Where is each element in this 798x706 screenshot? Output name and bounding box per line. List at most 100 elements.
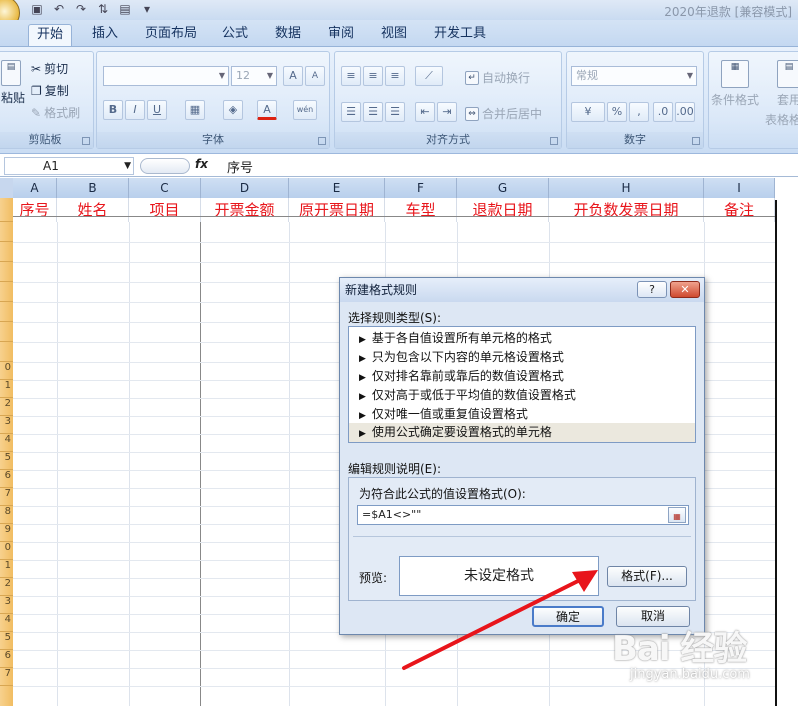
increase-indent-icon[interactable]: ⇥	[437, 102, 457, 122]
row-header[interactable]: 1	[0, 380, 13, 398]
help-button[interactable]: ?	[637, 281, 667, 298]
row-header[interactable]: 4	[0, 614, 13, 632]
undo-icon[interactable]: ↶	[52, 2, 66, 16]
row-header[interactable]	[0, 222, 13, 242]
align-middle-icon[interactable]: ≡	[363, 66, 383, 86]
fill-color-icon[interactable]: ◈	[223, 100, 243, 120]
tab-data[interactable]: 数据	[273, 24, 303, 46]
insert-function-button[interactable]: fx	[195, 157, 208, 171]
select-all-corner[interactable]	[0, 178, 13, 198]
row-header[interactable]: 6	[0, 470, 13, 488]
row-header[interactable]	[0, 322, 13, 342]
cell-a1[interactable]: 序号	[13, 198, 57, 222]
column-header-d[interactable]: D	[201, 178, 289, 198]
align-left-icon[interactable]: ☰	[341, 102, 361, 122]
save-icon[interactable]: ▣	[30, 2, 44, 16]
column-header-h[interactable]: H	[549, 178, 704, 198]
row-header[interactable]	[0, 342, 13, 362]
cell-g1[interactable]: 退款日期	[457, 198, 549, 222]
cell-i1[interactable]: 备注	[704, 198, 775, 222]
row-header[interactable]: 0	[0, 362, 13, 380]
align-bottom-icon[interactable]: ≡	[385, 66, 405, 86]
cell-h1[interactable]: 开负数发票日期	[549, 198, 704, 222]
column-header-a[interactable]: A	[13, 178, 57, 198]
row-header[interactable]: 3	[0, 416, 13, 434]
rule-type-item[interactable]: ▶ 仅对排名靠前或靠后的数值设置格式	[349, 367, 695, 386]
font-color-button[interactable]: A	[257, 100, 277, 120]
format-painter-button[interactable]: ✎ 格式刷	[31, 104, 80, 121]
cell-d1[interactable]: 开票金额	[201, 198, 289, 222]
row-header[interactable]: 7	[0, 668, 13, 686]
increase-decimal-icon[interactable]: .0	[653, 102, 673, 122]
name-box[interactable]: A1 ▼	[4, 157, 134, 175]
row-header[interactable]: 0	[0, 542, 13, 560]
row-header[interactable]: 4	[0, 434, 13, 452]
customize-icon[interactable]: ▾	[140, 2, 154, 16]
rule-type-list[interactable]: ▶ 基于各自值设置所有单元格的格式 ▶ 只为包含以下内容的单元格设置格式 ▶ 仅对排名…	[348, 326, 696, 443]
row-header[interactable]: 9	[0, 524, 13, 542]
underline-button[interactable]: U	[147, 100, 167, 120]
conditional-format-button[interactable]: ▦ 条件格式	[711, 60, 759, 108]
row-header[interactable]	[0, 282, 13, 302]
rule-type-item-selected[interactable]: ▶ 使用公式确定要设置格式的单元格	[349, 423, 695, 442]
row-header[interactable]: 2	[0, 398, 13, 416]
rule-type-item[interactable]: ▶ 只为包含以下内容的单元格设置格式	[349, 348, 695, 367]
align-center-icon[interactable]: ☰	[363, 102, 383, 122]
decrease-decimal-icon[interactable]: .00	[675, 102, 695, 122]
font-name-combo[interactable]: ▼	[103, 66, 229, 86]
rule-type-item[interactable]: ▶ 仅对高于或低于平均值的数值设置格式	[349, 386, 695, 405]
font-launcher-icon[interactable]	[318, 137, 326, 145]
formula-content[interactable]: 序号	[227, 157, 253, 176]
bold-button[interactable]: B	[103, 100, 123, 120]
row-header[interactable]: 3	[0, 596, 13, 614]
orientation-icon[interactable]: ⟋	[415, 66, 443, 86]
comma-button[interactable]: ,	[629, 102, 649, 122]
cell-e1[interactable]: 原开票日期	[289, 198, 385, 222]
tab-page-layout[interactable]: 页面布局	[143, 24, 199, 46]
format-as-table-button[interactable]: ▤ 套用 表格格	[765, 60, 798, 128]
column-header-c[interactable]: C	[129, 178, 201, 198]
wrap-text-button[interactable]: ↵ 自动换行	[465, 69, 530, 86]
row-header[interactable]	[0, 198, 13, 222]
align-top-icon[interactable]: ≡	[341, 66, 361, 86]
font-size-combo[interactable]: 12 ▼	[231, 66, 277, 86]
redo-icon[interactable]: ↷	[74, 2, 88, 16]
row-header[interactable]	[0, 302, 13, 322]
tab-review[interactable]: 审阅	[326, 24, 356, 46]
tab-developer[interactable]: 开发工具	[432, 24, 488, 46]
column-header-i[interactable]: I	[704, 178, 775, 198]
column-header-f[interactable]: F	[385, 178, 457, 198]
phonetic-button[interactable]: wén	[293, 100, 317, 120]
cell-c1[interactable]: 项目	[129, 198, 201, 222]
formula-input[interactable]: =$A1<>"" ▦	[357, 505, 689, 525]
number-format-combo[interactable]: 常规 ▼	[571, 66, 697, 86]
row-header[interactable]: 7	[0, 488, 13, 506]
row-header[interactable]: 2	[0, 578, 13, 596]
alignment-launcher-icon[interactable]	[550, 137, 558, 145]
column-header-g[interactable]: G	[457, 178, 549, 198]
cell-b1[interactable]: 姓名	[57, 198, 129, 222]
paste-button[interactable]: ▤ 粘贴	[1, 60, 25, 106]
row-header[interactable]: 5	[0, 632, 13, 650]
row-header[interactable]	[0, 242, 13, 262]
formula-bar-expander[interactable]	[140, 158, 190, 174]
tab-home[interactable]: 开始	[28, 24, 73, 46]
copy-button[interactable]: ❐ 复制	[31, 82, 69, 99]
row-header[interactable]: 1	[0, 560, 13, 578]
column-header-e[interactable]: E	[289, 178, 385, 198]
decrease-indent-icon[interactable]: ⇤	[415, 102, 435, 122]
number-launcher-icon[interactable]	[692, 137, 700, 145]
rule-type-item[interactable]: ▶ 基于各自值设置所有单元格的格式	[349, 329, 695, 348]
merge-center-button[interactable]: ⇔ 合并后居中	[465, 105, 542, 122]
row-header[interactable]: 8	[0, 506, 13, 524]
percent-button[interactable]: %	[607, 102, 627, 122]
cell-f1[interactable]: 车型	[385, 198, 457, 222]
align-right-icon[interactable]: ☰	[385, 102, 405, 122]
borders-icon[interactable]: ▦	[185, 100, 205, 120]
clipboard-launcher-icon[interactable]	[82, 137, 90, 145]
sort-icon[interactable]: ⇅	[96, 2, 110, 16]
italic-button[interactable]: I	[125, 100, 145, 120]
row-header[interactable]: 6	[0, 650, 13, 668]
currency-icon[interactable]: ¥	[571, 102, 605, 122]
row-header[interactable]	[0, 262, 13, 282]
